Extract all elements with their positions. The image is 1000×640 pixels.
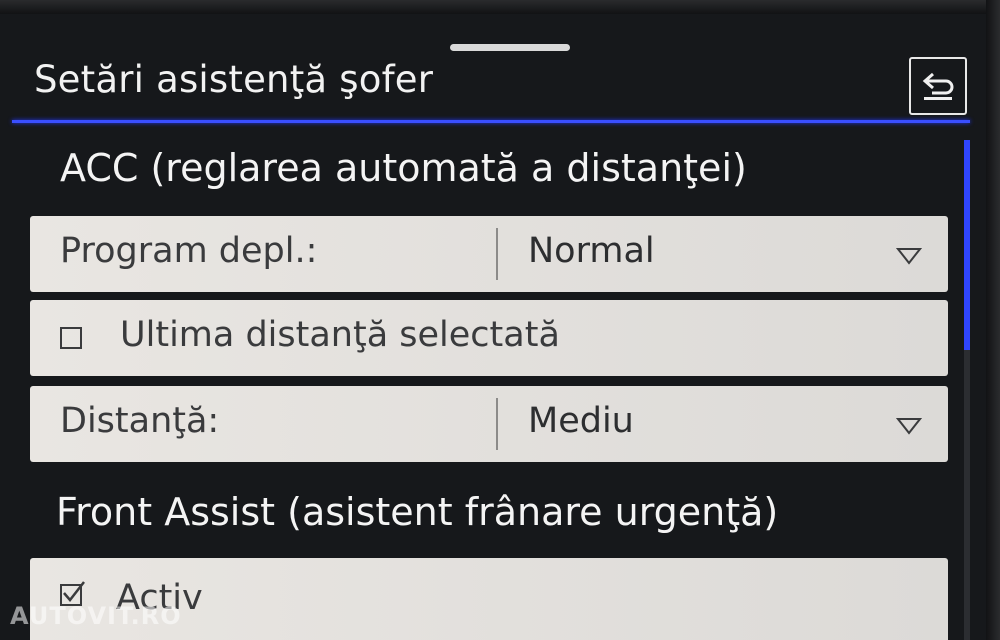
row-divider (496, 398, 498, 450)
header-divider (12, 120, 970, 123)
chevron-down-icon (896, 248, 922, 265)
bezel-right (986, 0, 1000, 640)
row-divider (496, 228, 498, 280)
front-assist-section-heading: Front Assist (asistent frânare urgenţă) (56, 490, 779, 534)
drive-program-dropdown[interactable]: Program depl.: Normal (30, 216, 948, 292)
drive-program-value: Normal (528, 231, 655, 271)
back-button[interactable] (909, 57, 967, 115)
last-distance-checkbox[interactable] (60, 327, 82, 349)
drive-program-label: Program depl.: (60, 231, 318, 271)
bezel-top (0, 0, 1000, 14)
page-title: Setări asistenţă şofer (34, 58, 434, 101)
acc-section-heading: ACC (reglarea automată a distanţei) (60, 146, 747, 190)
scrollbar-thumb[interactable] (964, 140, 970, 350)
drag-handle[interactable] (450, 44, 570, 51)
chevron-down-icon (896, 418, 922, 435)
distance-dropdown[interactable]: Distanţă: Mediu (30, 386, 948, 462)
watermark: AUTOVIT.RO (10, 602, 182, 630)
distance-value: Mediu (528, 401, 634, 441)
infotainment-screen: Setări asistenţă şofer ACC (reglarea aut… (0, 0, 1000, 640)
last-distance-checkbox-row[interactable]: Ultima distanţă selectată (30, 300, 948, 376)
distance-label: Distanţă: (60, 401, 220, 441)
back-arrow-icon (922, 72, 954, 100)
last-distance-label: Ultima distanţă selectată (120, 315, 560, 355)
